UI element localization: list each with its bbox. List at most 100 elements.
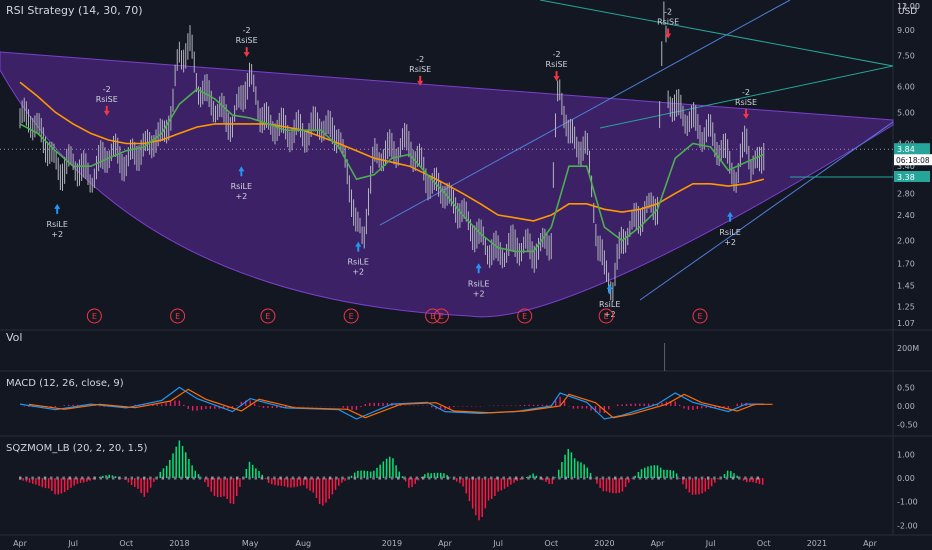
squeeze-dot [347,476,350,480]
time-axis-tick: Jul [705,539,716,548]
squeeze-dot [576,476,580,480]
squeeze-dot [118,476,121,480]
squeeze-dot [446,476,450,480]
squeeze-dot [514,476,518,480]
time-axis-tick: Oct [757,539,771,548]
short-entry-qty: -2 [243,26,251,35]
squeeze-dot [93,476,96,480]
price-axis-tick: 5.00 [897,108,915,117]
squeeze-dot [43,476,47,480]
squeeze-dot [756,476,760,480]
time-axis-tick: Apr [438,539,453,548]
squeeze-dot [545,476,549,480]
squeeze-dot [390,476,394,480]
earnings-marker-label: E [697,312,702,321]
squeeze-dot [564,476,567,480]
squeeze-dot [372,476,375,480]
squeeze-dot [254,476,258,480]
squeeze-dot [731,476,735,480]
squeeze-dot [136,476,140,480]
squeeze-dot [496,476,499,480]
squeeze-dot [583,476,586,480]
strategy-title: RSI Strategy (14, 30, 70) [6,4,143,17]
price-axis-tick: 6.00 [897,83,915,92]
squeeze-dot [428,476,431,480]
squeeze-dot [725,476,729,480]
short-entry-qty: -2 [416,55,424,64]
squeeze-dot [713,476,716,480]
squeeze-dot [397,476,400,480]
squeeze-dot [198,476,202,480]
time-axis-tick: Jul [492,539,503,548]
squeeze-dot [595,476,598,480]
long-entry-qty: +2 [724,238,736,247]
squeeze-dot [607,476,611,480]
squeeze-dot [682,476,685,480]
squeeze-dot [37,476,41,480]
squeeze-dot [161,476,165,480]
countdown-value: 06:18:08 [896,156,930,165]
time-axis-tick: Oct [544,539,558,548]
squeeze-dot [533,476,536,480]
squeeze-dot [737,476,741,480]
squeeze-dot [644,476,648,480]
short-entry-qty: -2 [742,88,750,97]
squeeze-dot [19,476,22,480]
squeeze-dot [62,476,65,480]
earnings-marker-label: E [265,312,270,321]
squeeze-dot [229,476,233,480]
squeeze-dot [359,476,363,480]
earnings-marker-label: E [604,312,609,321]
sqz-axis-tick: 1.00 [897,450,915,459]
squeeze-dot [366,476,369,480]
price-axis-tick: 1.25 [897,302,915,311]
squeeze-dot [452,476,456,480]
squeeze-dot [235,476,239,480]
squeeze-dot [130,476,134,480]
squeeze-dot [694,476,698,480]
squeeze-dot [700,476,704,480]
long-entry-label: RsiLE [347,258,368,267]
squeeze-dot [688,476,691,480]
short-entry-qty: -2 [103,85,111,94]
short-entry-label: RsiSE [409,65,431,74]
long-entry-qty: +2 [352,268,364,277]
squeeze-dot [459,476,462,480]
time-axis-tick: Oct [119,539,133,548]
squeeze-dot [56,476,59,480]
squeeze-dot [589,476,592,480]
squeeze-dot [744,476,747,480]
squeeze-dot [750,476,753,480]
macd-axis-tick: -0.50 [897,421,918,430]
squeeze-dot [632,476,636,480]
squeeze-dot [335,476,338,480]
squeeze-dot [149,476,152,480]
squeeze-dot [186,476,189,480]
price-axis-tick: 2.00 [897,237,915,246]
squeeze-dot [601,476,605,480]
squeeze-dot [471,476,474,480]
vol-title: Vol [6,331,22,344]
squeeze-dot [266,476,270,480]
sqz-axis-tick: -1.00 [897,498,918,507]
earnings-marker-label: E [522,312,527,321]
time-axis-tick: 2021 [807,539,827,548]
squeeze-dot [415,476,419,480]
macd-axis-tick: 0.00 [897,402,915,411]
long-entry-qty: +2 [235,192,247,201]
price-axis-tick: 1.07 [897,319,915,328]
squeeze-dot [180,476,183,480]
trading-chart[interactable]: RsiLE+2RsiSE-2RsiSE-2RsiLE+2RsiLE+2RsiSE… [0,0,932,550]
long-entry-label: RsiLE [599,300,620,309]
squeeze-dot [620,476,623,480]
squeeze-dot [279,476,282,480]
short-entry-label: RsiSE [236,36,258,45]
time-axis-tick: 2018 [169,539,189,548]
price-axis-tick: 7.50 [897,52,915,61]
squeeze-dot [409,476,412,480]
squeeze-dot [502,476,505,480]
short-entry-qty: -2 [553,50,561,59]
level-value: 3.38 [897,173,915,182]
long-entry-label: RsiLE [46,220,67,229]
squeeze-dot [167,476,171,480]
